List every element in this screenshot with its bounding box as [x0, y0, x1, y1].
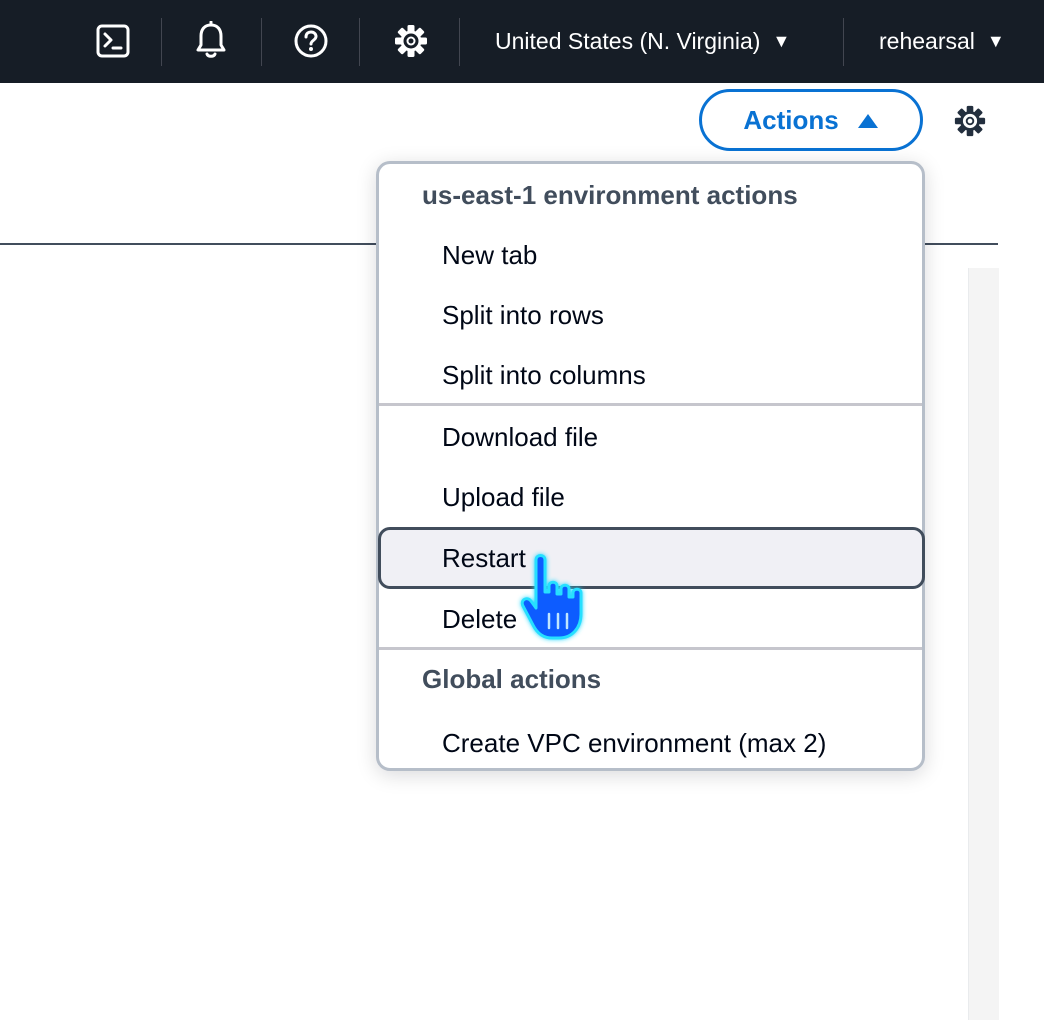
bell-icon[interactable]	[189, 19, 233, 63]
menu-group-header: us-east-1 environment actions	[422, 180, 798, 210]
menu-separator	[379, 647, 922, 650]
menu-item-split-rows[interactable]: Split into rows	[379, 286, 922, 344]
caret-up-icon	[857, 105, 879, 136]
actions-label: Actions	[743, 104, 839, 135]
menu-item-download-file[interactable]: Download file	[379, 408, 922, 466]
cloudshell-icon[interactable]	[91, 19, 135, 63]
actions-button[interactable]: Actions	[699, 89, 923, 151]
menu-item-upload-file[interactable]: Upload file	[379, 468, 922, 526]
help-icon[interactable]	[289, 19, 333, 63]
menu-item-new-tab[interactable]: New tab	[379, 226, 922, 284]
nav-separator	[359, 18, 360, 66]
top-navigation-bar: United States (N. Virginia) ▼ rehearsal …	[0, 0, 1044, 83]
user-label: rehearsal	[879, 28, 975, 54]
menu-item-delete[interactable]: Delete	[379, 590, 922, 648]
region-selector[interactable]: United States (N. Virginia) ▼	[495, 0, 790, 83]
settings-gear-icon[interactable]	[949, 100, 991, 142]
hand-cursor-icon	[520, 554, 583, 640]
gear-icon[interactable]	[389, 19, 433, 63]
menu-item-split-columns[interactable]: Split into columns	[379, 346, 922, 404]
caret-down-icon: ▼	[772, 31, 791, 51]
menu-group-header: Global actions	[422, 664, 602, 694]
menu-separator	[379, 403, 922, 406]
caret-down-icon: ▼	[986, 31, 1005, 51]
menu-item-restart[interactable]: Restart	[378, 527, 925, 589]
menu-item-create-vpc-environment[interactable]: Create VPC environment (max 2)	[379, 714, 922, 772]
nav-separator	[161, 18, 162, 66]
nav-separator	[261, 18, 262, 66]
actions-dropdown-menu: us-east-1 environment actions New tab Sp…	[376, 161, 925, 771]
region-label: United States (N. Virginia)	[495, 28, 761, 54]
user-menu[interactable]: rehearsal ▼	[879, 0, 1005, 83]
nav-separator	[843, 18, 844, 66]
scrollbar-track[interactable]	[968, 268, 999, 1020]
nav-separator	[459, 18, 460, 66]
